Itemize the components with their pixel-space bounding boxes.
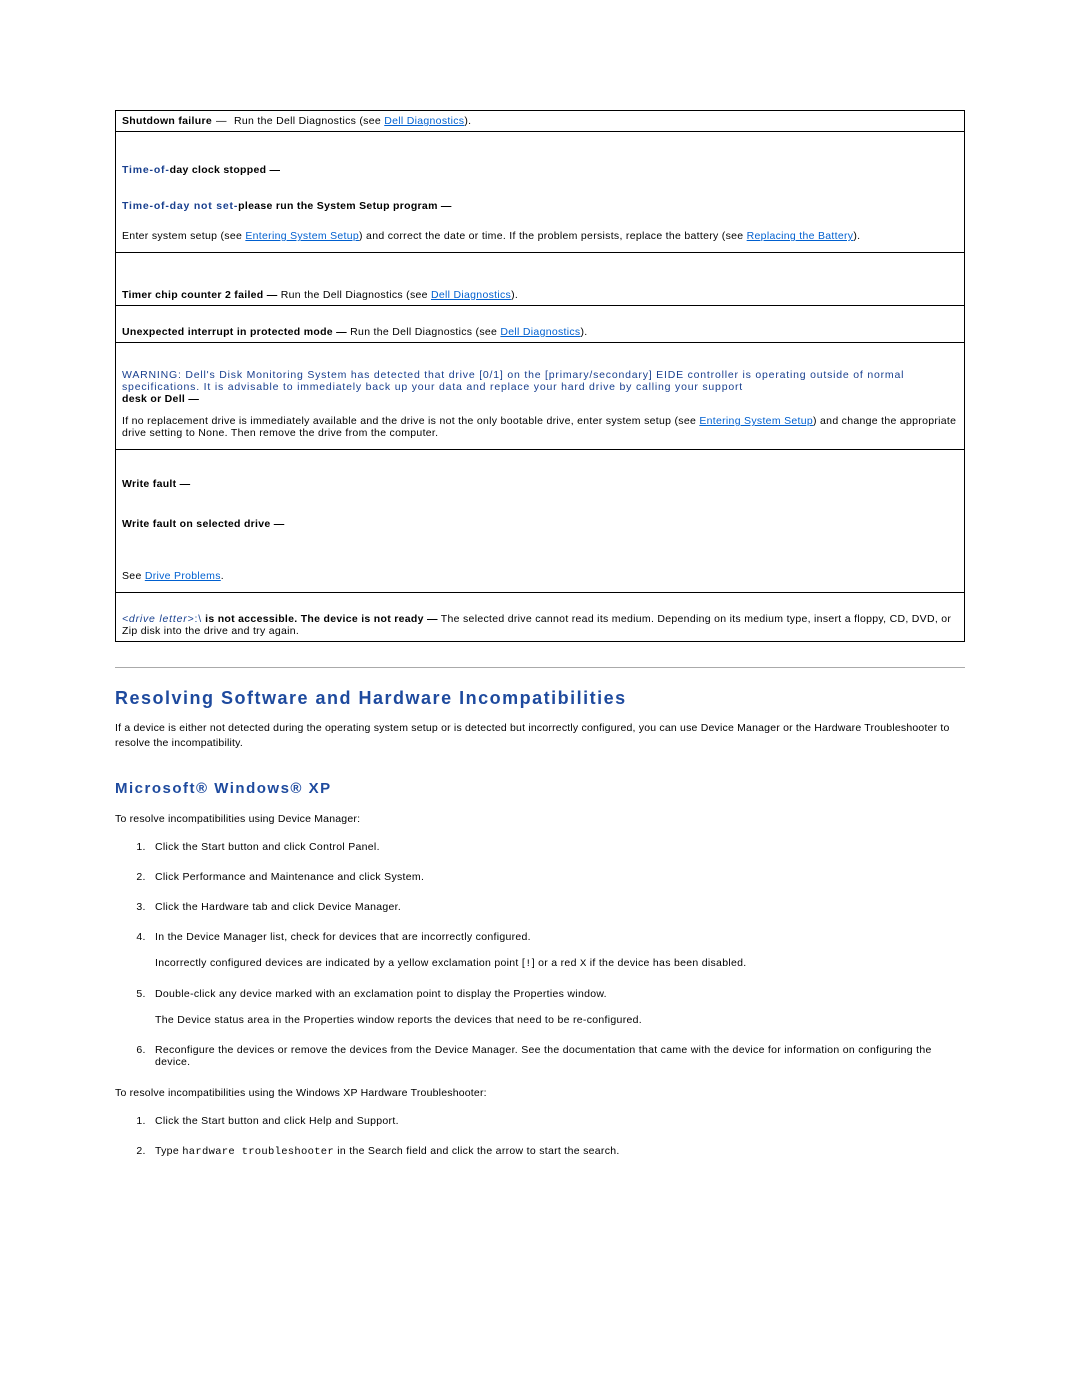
link-dell-diagnostics[interactable]: Dell Diagnostics: [500, 326, 580, 338]
error-label: Write fault —: [122, 478, 190, 490]
device-manager-steps: Click the Start button and click Control…: [115, 841, 965, 1068]
table-row: Unexpected interrupt in protected mode —…: [116, 306, 965, 343]
list-item: Click the Start button and click Control…: [149, 841, 965, 853]
tail: ).: [853, 230, 860, 242]
warning-text-blue: WARNING: Dell's Disk Monitoring System h…: [122, 369, 904, 393]
separator: —: [212, 115, 231, 127]
error-text: If no replacement drive is immediately a…: [122, 415, 699, 427]
table-row: Shutdown failure— Run the Dell Diagnosti…: [116, 111, 965, 132]
list-item: Click the Start button and click Help an…: [149, 1115, 965, 1127]
table-row: Write fault — Write fault on selected dr…: [116, 450, 965, 593]
step-text: Double-click any device marked with an e…: [155, 988, 607, 1000]
ht-intro: To resolve incompatibilities using the W…: [115, 1086, 965, 1101]
tail: ).: [581, 326, 588, 338]
tail: ).: [511, 289, 518, 301]
mono-text: !: [525, 958, 532, 970]
error-text: ) and correct the date or time. If the p…: [359, 230, 747, 242]
step-text: Reconfigure the devices or remove the de…: [155, 1044, 932, 1068]
error-label: desk or Dell —: [122, 393, 199, 405]
subsection-heading: Microsoft® Windows® XP: [115, 780, 965, 797]
error-label-blue: Time-of-: [122, 164, 170, 176]
error-label: please run the System Setup program —: [238, 200, 452, 212]
list-item: Reconfigure the devices or remove the de…: [149, 1044, 965, 1068]
list-item: In the Device Manager list, check for de…: [149, 931, 965, 970]
section-intro: If a device is either not detected durin…: [115, 721, 965, 750]
text: Incorrectly configured devices are indic…: [155, 957, 525, 969]
error-messages-table: Shutdown failure— Run the Dell Diagnosti…: [115, 110, 965, 642]
list-item: Type hardware troubleshooter in the Sear…: [149, 1145, 965, 1158]
table-row: Time-of-day clock stopped — Time-of-day …: [116, 132, 965, 253]
mono-text: hardware troubleshooter: [182, 1146, 334, 1158]
dm-intro: To resolve incompatibilities using Devic…: [115, 812, 965, 827]
list-item: Double-click any device marked with an e…: [149, 988, 965, 1026]
step-subtext: The Device status area in the Properties…: [155, 1014, 965, 1026]
drive-letter-italic: <drive letter>: [122, 613, 194, 625]
step-text: Click the Start button and click Help an…: [155, 1115, 399, 1127]
error-text: Run the Dell Diagnostics (see: [281, 289, 431, 301]
step-text: Click Performance and Maintenance and cl…: [155, 871, 424, 883]
text: if the device has been disabled.: [587, 957, 747, 969]
text: Type: [155, 1145, 182, 1157]
link-dell-diagnostics[interactable]: Dell Diagnostics: [431, 289, 511, 301]
tail: .: [221, 570, 224, 582]
hardware-troubleshooter-steps: Click the Start button and click Help an…: [115, 1115, 965, 1158]
list-item: Click Performance and Maintenance and cl…: [149, 871, 965, 883]
text: ] or a red: [532, 957, 580, 969]
error-label: is not accessible. The device is not rea…: [202, 613, 438, 625]
step-text: Click the Hardware tab and click Device …: [155, 901, 401, 913]
error-label: Shutdown failure: [122, 115, 212, 127]
link-dell-diagnostics[interactable]: Dell Diagnostics: [384, 115, 464, 127]
link-replacing-battery[interactable]: Replacing the Battery: [747, 230, 854, 242]
link-entering-system-setup[interactable]: Entering System Setup: [245, 230, 359, 242]
error-label: Write fault on selected drive —: [122, 518, 285, 530]
error-text: Run the Dell Diagnostics (see: [234, 115, 384, 127]
step-subtext: Incorrectly configured devices are indic…: [155, 957, 965, 970]
error-label-blue: Time-of-day not set-: [122, 200, 238, 212]
tail: ).: [464, 115, 471, 127]
list-item: Click the Hardware tab and click Device …: [149, 901, 965, 913]
step-text: In the Device Manager list, check for de…: [155, 931, 531, 943]
step-text: Click the Start button and click Control…: [155, 841, 380, 853]
divider: [115, 667, 965, 668]
error-label: day clock stopped —: [170, 164, 281, 176]
text: in the Search field and click the arrow …: [334, 1145, 620, 1157]
error-text: Run the Dell Diagnostics (see: [350, 326, 500, 338]
mono-text: X: [580, 958, 587, 970]
table-row: WARNING: Dell's Disk Monitoring System h…: [116, 343, 965, 450]
drive-letter-colon: :\: [194, 613, 201, 625]
error-text: See: [122, 570, 145, 582]
table-row: <drive letter>:\ is not accessible. The …: [116, 593, 965, 642]
link-entering-system-setup[interactable]: Entering System Setup: [699, 415, 813, 427]
link-drive-problems[interactable]: Drive Problems: [145, 570, 221, 582]
error-label: Unexpected interrupt in protected mode —: [122, 326, 347, 338]
page-container: Shutdown failure— Run the Dell Diagnosti…: [0, 0, 1080, 1236]
section-heading: Resolving Software and Hardware Incompat…: [115, 688, 965, 709]
error-text: Enter system setup (see: [122, 230, 245, 242]
table-row: Timer chip counter 2 failed — Run the De…: [116, 253, 965, 306]
error-label: Timer chip counter 2 failed —: [122, 289, 278, 301]
